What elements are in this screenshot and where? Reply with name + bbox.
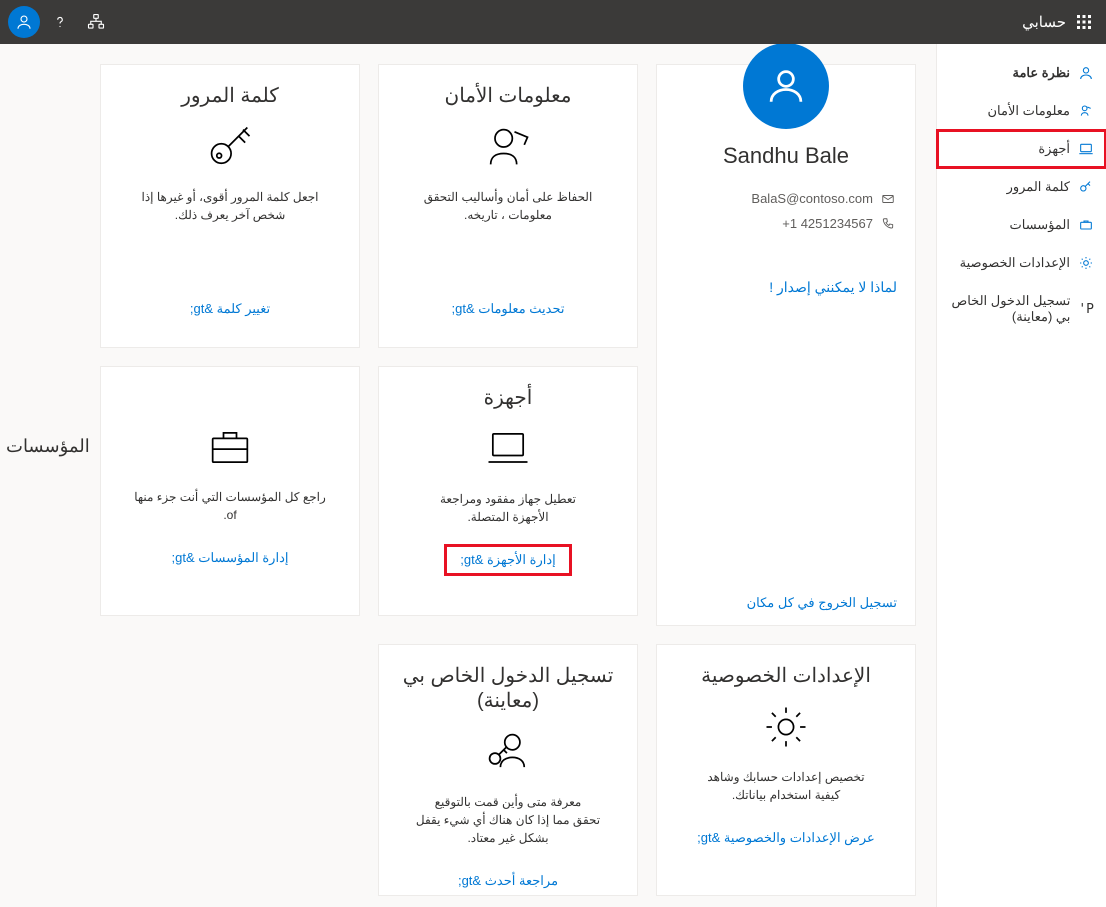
- sidebar: نظرة عامة معلومات الأمان أجهزة كلمة المر…: [936, 44, 1106, 907]
- card-description: معرفة متى وأين قمت بالتوقيع تحقق مما إذا…: [395, 793, 621, 847]
- sidebar-item-overview[interactable]: نظرة عامة: [937, 54, 1106, 92]
- card-description: الحفاظ على أمان وأساليب التحقق معلومات ،…: [410, 188, 607, 224]
- sign-out-everywhere-link[interactable]: تسجيل الخروج في كل مكان: [657, 581, 915, 625]
- profile-avatar: [743, 44, 829, 129]
- prompt-icon: P': [1078, 302, 1094, 317]
- manage-devices-link[interactable]: إدارة الأجهزة &gt;: [446, 546, 570, 574]
- sidebar-item-organizations[interactable]: المؤسسات: [937, 206, 1106, 244]
- card-title: الإعدادات الخصوصية: [701, 663, 871, 688]
- card-title: أجهزة: [484, 385, 533, 410]
- sidebar-item-devices[interactable]: أجهزة: [937, 130, 1106, 168]
- card-title: كلمة المرور: [181, 83, 279, 108]
- change-password-link[interactable]: تغيير كلمة &gt;: [176, 295, 284, 323]
- profile-phone: +1 4251234567: [782, 216, 873, 231]
- sidebar-item-password[interactable]: كلمة المرور: [937, 168, 1106, 206]
- security-info-card: معلومات الأمان الحفاظ على أمان وأساليب ا…: [378, 64, 638, 348]
- sidebar-item-label: كلمة المرور: [1007, 179, 1070, 195]
- card-title: تسجيل الدخول الخاص بي (معاينة): [395, 663, 621, 713]
- card-title: معلومات الأمان: [445, 83, 572, 108]
- privacy-card: الإعدادات الخصوصية تخصيص إعدادات حسابك و…: [656, 644, 916, 896]
- sidebar-item-label: تسجيل الدخول الخاص بي (معاينة): [951, 293, 1070, 325]
- sidebar-item-label: معلومات الأمان: [987, 103, 1070, 119]
- main-content: Sandhu Bale BalaS@contoso.com +1 4251234…: [0, 44, 936, 907]
- user-key-icon: [482, 725, 534, 779]
- sidebar-item-label: أجهزة: [1038, 141, 1070, 157]
- view-privacy-settings-link[interactable]: عرض الإعدادات والخصوصية &gt;: [683, 824, 889, 852]
- security-icon: [482, 120, 534, 174]
- profile-email-row: BalaS@contoso.com: [751, 191, 895, 206]
- card-description: اجعل كلمة المرور أقوى، أو غيرها إذا شخص …: [128, 188, 333, 224]
- key-icon: [204, 120, 256, 174]
- laptop-icon: [482, 422, 534, 476]
- card-description: تعطيل جهاز مفقود ومراجعة الأجهزة المتصلة…: [426, 490, 590, 526]
- my-signins-card: تسجيل الدخول الخاص بي (معاينة) معرفة متى…: [378, 644, 638, 896]
- topbar: حسابي: [0, 0, 1106, 44]
- help-icon[interactable]: [44, 6, 76, 38]
- devices-card: أجهزة تعطيل جهاز مفقود ومراجعة الأجهزة ا…: [378, 366, 638, 616]
- waffle-icon[interactable]: [1070, 8, 1098, 36]
- profile-email: BalaS@contoso.com: [751, 191, 873, 206]
- profile-card: Sandhu Bale BalaS@contoso.com +1 4251234…: [656, 64, 916, 626]
- manage-organizations-link[interactable]: إدارة المؤسسات &gt;: [158, 544, 303, 572]
- sidebar-item-security[interactable]: معلومات الأمان: [937, 92, 1106, 130]
- sidebar-item-my-signins[interactable]: P' تسجيل الدخول الخاص بي (معاينة): [937, 290, 1106, 328]
- organizations-stray-heading: المؤسسات: [6, 436, 90, 457]
- brand-title: حسابي: [1022, 13, 1066, 31]
- why-cant-edit-link[interactable]: لماذا لا يمكنني إصدار !: [657, 279, 915, 296]
- card-description: تخصيص إعدادات حسابك وشاهد كيفية استخدام …: [693, 768, 878, 804]
- phone-icon: [881, 217, 895, 231]
- sidebar-item-label: نظرة عامة: [1012, 65, 1070, 81]
- sidebar-item-label: الإعدادات الخصوصية: [960, 255, 1070, 271]
- sidebar-item-label: المؤسسات: [1010, 217, 1071, 233]
- organizations-card: . راجع كل المؤسسات التي أنت جزء منها of.…: [100, 366, 360, 616]
- mail-icon: [881, 192, 895, 206]
- card-description: راجع كل المؤسسات التي أنت جزء منها of.: [117, 488, 343, 524]
- update-security-info-link[interactable]: تحديث معلومات &gt;: [438, 295, 579, 323]
- password-card: كلمة المرور اجعل كلمة المرور أقوى، أو غي…: [100, 64, 360, 348]
- profile-name: Sandhu Bale: [723, 143, 849, 169]
- gear-icon: [760, 700, 812, 754]
- review-signins-link[interactable]: مراجعة أحدث &gt;: [444, 867, 572, 895]
- briefcase-icon: [204, 420, 256, 474]
- sidebar-item-privacy[interactable]: الإعدادات الخصوصية: [937, 244, 1106, 282]
- account-avatar-button[interactable]: [8, 6, 40, 38]
- sitemap-icon[interactable]: [80, 6, 112, 38]
- profile-phone-row: +1 4251234567: [782, 216, 895, 231]
